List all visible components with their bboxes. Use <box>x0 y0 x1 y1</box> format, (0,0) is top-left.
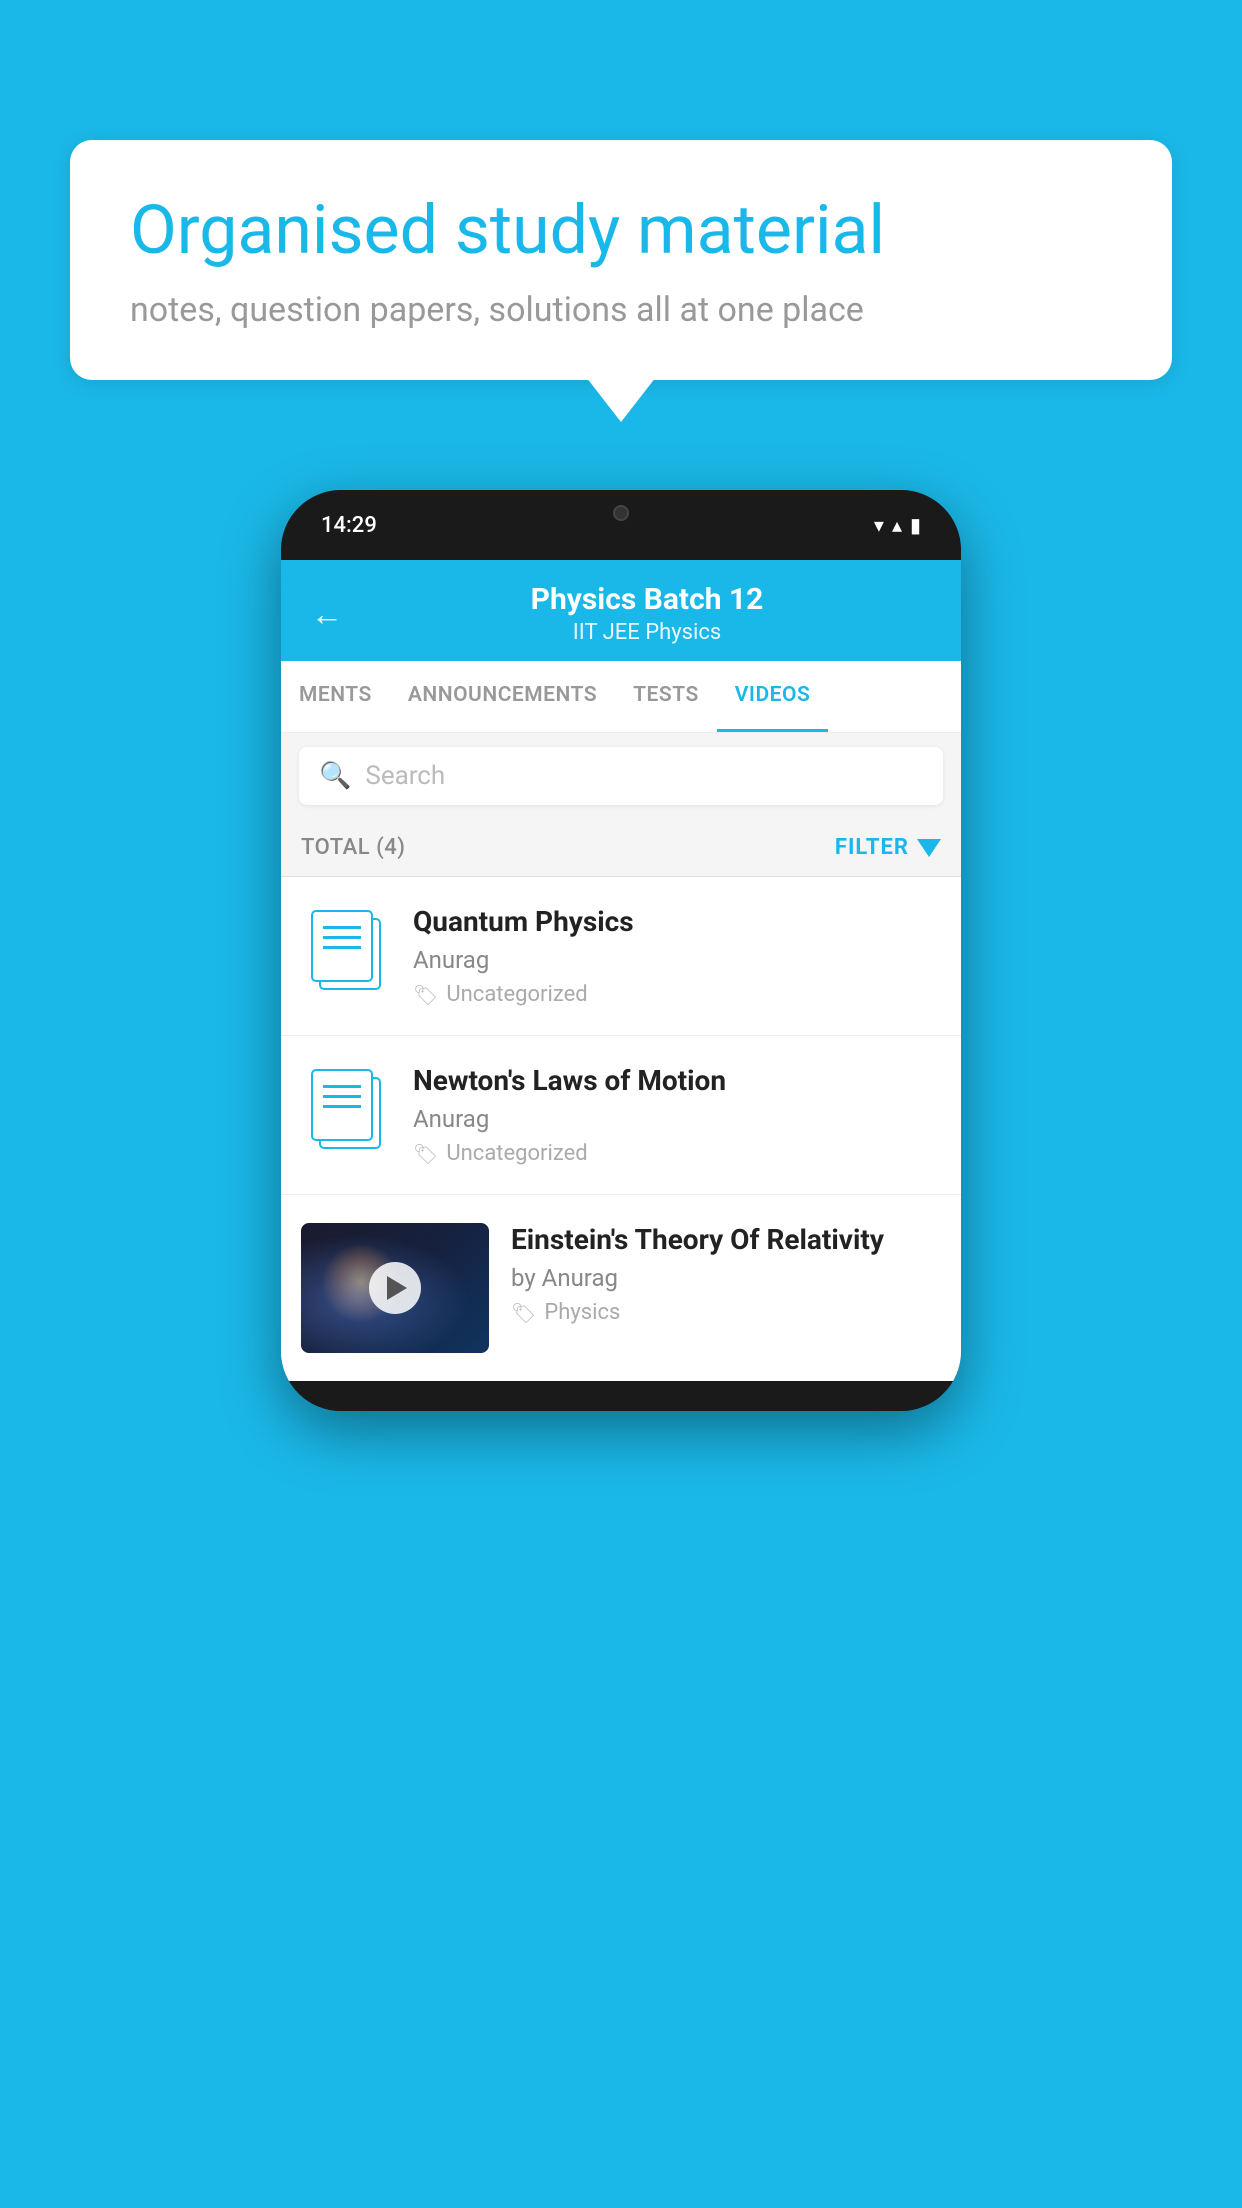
video-author: Anurag <box>413 1105 941 1133</box>
app-header: ← Physics Batch 12 IIT JEE Physics <box>281 560 961 661</box>
document-icon <box>311 910 381 990</box>
item-info: Newton's Laws of Motion Anurag 🏷 Uncateg… <box>413 1064 941 1166</box>
video-tag: 🏷 Uncategorized <box>413 1141 941 1166</box>
search-container: 🔍 Search <box>281 733 961 819</box>
tag-label: Uncategorized <box>446 1141 587 1166</box>
video-title: Einstein's Theory Of Relativity <box>511 1223 941 1256</box>
tag-icon: 🏷 <box>413 983 438 1007</box>
camera-dot <box>613 505 629 521</box>
batch-name: Physics Batch 12 <box>363 582 931 617</box>
video-list: Quantum Physics Anurag 🏷 Uncategorized <box>281 877 961 1381</box>
header-title-block: Physics Batch 12 IIT JEE Physics <box>363 582 931 645</box>
app-screen: ← Physics Batch 12 IIT JEE Physics MENTS… <box>281 560 961 1381</box>
doc-front <box>311 1069 373 1141</box>
signal-icon: ▴ <box>892 513 902 537</box>
video-title: Newton's Laws of Motion <box>413 1064 941 1097</box>
tab-videos[interactable]: VIDEOS <box>717 661 829 732</box>
tab-tests[interactable]: TESTS <box>615 661 717 732</box>
video-thumbnail-image <box>301 1223 489 1353</box>
search-input[interactable]: Search <box>365 761 445 791</box>
filter-label: FILTER <box>835 835 909 860</box>
video-tag: 🏷 Uncategorized <box>413 982 941 1007</box>
search-bar[interactable]: 🔍 Search <box>299 747 943 805</box>
phone-notch <box>541 490 701 535</box>
video-title: Quantum Physics <box>413 905 941 938</box>
video-tag: 🏷 Physics <box>511 1300 941 1325</box>
play-button[interactable] <box>369 1262 421 1314</box>
phone-mockup: 14:29 ▾ ▴ ▮ ← Physics Batch 12 IIT JEE P… <box>281 490 961 1411</box>
tag-label: Physics <box>544 1300 620 1325</box>
video-author: Anurag <box>413 946 941 974</box>
total-count: TOTAL (4) <box>301 835 405 860</box>
list-item[interactable]: Quantum Physics Anurag 🏷 Uncategorized <box>281 877 961 1036</box>
list-item[interactable]: Einstein's Theory Of Relativity by Anura… <box>281 1195 961 1381</box>
bubble-title: Organised study material <box>130 190 1112 272</box>
doc-front <box>311 910 373 982</box>
tab-announcements[interactable]: ANNOUNCEMENTS <box>390 661 615 732</box>
item-info: Einstein's Theory Of Relativity by Anura… <box>511 1223 941 1325</box>
item-thumbnail <box>301 905 391 995</box>
wifi-icon: ▾ <box>874 513 884 537</box>
phone-bottom <box>281 1381 961 1411</box>
tag-icon: 🏷 <box>511 1301 536 1325</box>
filter-icon <box>917 839 941 857</box>
item-info: Quantum Physics Anurag 🏷 Uncategorized <box>413 905 941 1007</box>
tag-label: Uncategorized <box>446 982 587 1007</box>
video-author: by Anurag <box>511 1264 941 1292</box>
filter-button[interactable]: FILTER <box>835 835 941 860</box>
phone-container: 14:29 ▾ ▴ ▮ ← Physics Batch 12 IIT JEE P… <box>80 490 1162 2208</box>
speech-bubble-section: Organised study material notes, question… <box>70 140 1172 380</box>
filter-bar: TOTAL (4) FILTER <box>281 819 961 877</box>
back-button[interactable]: ← <box>311 595 343 633</box>
document-icon <box>311 1069 381 1149</box>
list-item[interactable]: Newton's Laws of Motion Anurag 🏷 Uncateg… <box>281 1036 961 1195</box>
search-icon: 🔍 <box>319 761 351 791</box>
batch-tags: IIT JEE Physics <box>363 620 931 645</box>
speech-bubble: Organised study material notes, question… <box>70 140 1172 380</box>
battery-icon: ▮ <box>910 513 921 537</box>
status-bar: 14:29 ▾ ▴ ▮ <box>281 490 961 560</box>
tab-ments[interactable]: MENTS <box>281 661 390 732</box>
item-thumbnail <box>301 1064 391 1154</box>
play-icon <box>387 1276 407 1300</box>
bubble-subtitle: notes, question papers, solutions all at… <box>130 290 1112 330</box>
tab-bar: MENTS ANNOUNCEMENTS TESTS VIDEOS <box>281 661 961 733</box>
tag-icon: 🏷 <box>413 1142 438 1166</box>
status-time: 14:29 <box>321 513 377 538</box>
status-icons: ▾ ▴ ▮ <box>874 513 921 537</box>
